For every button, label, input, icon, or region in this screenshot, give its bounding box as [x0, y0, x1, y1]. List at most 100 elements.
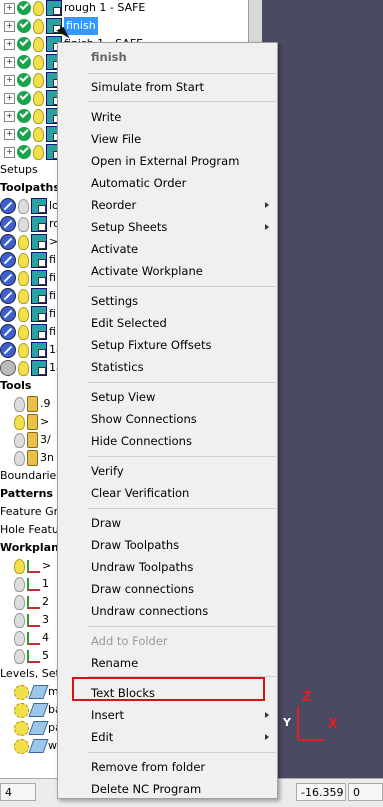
- bulb-icon[interactable]: [33, 18, 44, 34]
- tree-section-feature-groups[interactable]: Feature Gro: [0, 503, 65, 521]
- menu-item-undraw-connections[interactable]: Undraw connections: [58, 600, 277, 622]
- bulb-icon[interactable]: [18, 342, 29, 358]
- tree-row-rough1-safe[interactable]: + rough 1 - SAFE: [4, 0, 145, 17]
- menu-item-edit[interactable]: Edit: [58, 726, 277, 748]
- bulb-icon[interactable]: [18, 360, 29, 376]
- tree-row-nc[interactable]: +: [4, 89, 64, 107]
- tree-section-boundaries[interactable]: Boundaries: [0, 467, 62, 485]
- menu-item-draw-connections[interactable]: Draw connections: [58, 578, 277, 600]
- tree-row-finish[interactable]: + finish: [4, 17, 98, 35]
- menu-item-statistics[interactable]: Statistics: [58, 356, 277, 378]
- menu-item-activate[interactable]: Activate: [58, 238, 277, 260]
- bulb-icon[interactable]: [18, 324, 29, 340]
- workplane-row[interactable]: 1: [14, 575, 49, 593]
- toolpath-row[interactable]: lo: [0, 197, 59, 215]
- level-row[interactable]: ba: [14, 701, 62, 719]
- level-row[interactable]: pa: [14, 719, 62, 737]
- tree-row-nc[interactable]: +: [4, 125, 64, 143]
- menu-item-setup-sheets[interactable]: Setup Sheets: [58, 216, 277, 238]
- menu-item-remove-from-folder[interactable]: Remove from folder: [58, 756, 277, 778]
- menu-item-delete-nc[interactable]: Delete NC Program: [58, 778, 277, 800]
- level-bulb-icon[interactable]: [14, 720, 29, 736]
- bulb-icon[interactable]: [14, 396, 25, 412]
- tool-row[interactable]: .9: [14, 395, 51, 413]
- bulb-icon[interactable]: [33, 36, 44, 52]
- bulb-icon[interactable]: [18, 252, 29, 268]
- toolpath-row[interactable]: fi: [0, 251, 56, 269]
- menu-item-setup-view[interactable]: Setup View: [58, 386, 277, 408]
- workplane-row[interactable]: 5: [14, 647, 49, 665]
- menu-item-fixture-offsets[interactable]: Setup Fixture Offsets: [58, 334, 277, 356]
- bulb-icon[interactable]: [14, 630, 25, 646]
- toolpath-row[interactable]: 18: [0, 341, 63, 359]
- menu-item-verify[interactable]: Verify: [58, 460, 277, 482]
- menu-item-automatic-order[interactable]: Automatic Order: [58, 172, 277, 194]
- menu-item-view-file[interactable]: View File: [58, 128, 277, 150]
- tree-row-nc[interactable]: +: [4, 53, 64, 71]
- bulb-icon[interactable]: [18, 306, 29, 322]
- bulb-icon[interactable]: [14, 432, 25, 448]
- tree-section-tools[interactable]: Tools: [0, 377, 31, 395]
- tool-row[interactable]: >: [14, 413, 49, 431]
- level-bulb-icon[interactable]: [14, 738, 29, 754]
- tree-section-levels[interactable]: Levels, Sets: [0, 665, 66, 683]
- menu-item-draw[interactable]: Draw: [58, 512, 277, 534]
- expand-icon[interactable]: +: [4, 74, 15, 86]
- workplane-row[interactable]: 2: [14, 593, 49, 611]
- expand-icon[interactable]: +: [4, 2, 15, 14]
- level-row[interactable]: w: [14, 737, 57, 755]
- bulb-icon[interactable]: [33, 126, 44, 142]
- bulb-icon[interactable]: [18, 234, 29, 250]
- bulb-icon[interactable]: [18, 288, 29, 304]
- bulb-icon[interactable]: [18, 270, 29, 286]
- tree-section-hole-features[interactable]: Hole Featur: [0, 521, 63, 539]
- menu-item-activate-workplane[interactable]: Activate Workplane: [58, 260, 277, 282]
- toolpath-row[interactable]: fi: [0, 305, 56, 323]
- bulb-icon[interactable]: [33, 0, 44, 16]
- bulb-icon[interactable]: [33, 54, 44, 70]
- tree-section-patterns[interactable]: Patterns: [0, 485, 53, 503]
- tree-section-toolpaths[interactable]: Toolpaths: [0, 179, 60, 197]
- menu-item-open-external[interactable]: Open in External Program: [58, 150, 277, 172]
- workplane-row[interactable]: >: [14, 557, 51, 575]
- menu-item-simulate[interactable]: Simulate from Start: [58, 76, 277, 98]
- menu-item-settings[interactable]: Settings: [58, 290, 277, 312]
- expand-icon[interactable]: +: [4, 146, 15, 158]
- bulb-icon[interactable]: [18, 198, 29, 214]
- toolpath-row[interactable]: >: [0, 233, 58, 251]
- toolpath-row[interactable]: fi: [0, 323, 56, 341]
- bulb-icon[interactable]: [14, 576, 25, 592]
- tree-section-setups[interactable]: Setups: [0, 161, 38, 179]
- expand-icon[interactable]: +: [4, 20, 15, 32]
- level-bulb-icon[interactable]: [14, 702, 29, 718]
- tree-row-nc[interactable]: +: [4, 143, 64, 161]
- workplane-row[interactable]: 4: [14, 629, 49, 647]
- menu-item-hide-connections[interactable]: Hide Connections: [58, 430, 277, 452]
- bulb-icon[interactable]: [14, 414, 25, 430]
- menu-item-undraw-toolpaths[interactable]: Undraw Toolpaths: [58, 556, 277, 578]
- expand-icon[interactable]: +: [4, 128, 15, 140]
- bulb-icon[interactable]: [33, 90, 44, 106]
- menu-item-clear-verification[interactable]: Clear Verification: [58, 482, 277, 504]
- bulb-icon[interactable]: [14, 558, 25, 574]
- bulb-icon[interactable]: [33, 144, 44, 160]
- expand-icon[interactable]: +: [4, 92, 15, 104]
- bulb-icon[interactable]: [14, 648, 25, 664]
- toolpath-row[interactable]: ro: [0, 215, 60, 233]
- level-row[interactable]: m: [14, 683, 59, 701]
- bulb-icon[interactable]: [18, 216, 29, 232]
- graphics-viewport[interactable]: Z X Y: [262, 0, 383, 778]
- menu-item-rename[interactable]: Rename: [58, 652, 277, 674]
- toolpath-row[interactable]: fi: [0, 269, 56, 287]
- menu-item-draw-toolpaths[interactable]: Draw Toolpaths: [58, 534, 277, 556]
- menu-item-reorder[interactable]: Reorder: [58, 194, 277, 216]
- bulb-icon[interactable]: [14, 612, 25, 628]
- toolpath-row[interactable]: fi: [0, 287, 56, 305]
- menu-item-show-connections[interactable]: Show Connections: [58, 408, 277, 430]
- workplane-row[interactable]: 3: [14, 611, 49, 629]
- level-bulb-icon[interactable]: [14, 684, 29, 700]
- bulb-icon[interactable]: [14, 594, 25, 610]
- bulb-icon[interactable]: [14, 450, 25, 466]
- tree-row-nc[interactable]: +: [4, 71, 64, 89]
- bulb-icon[interactable]: [33, 108, 44, 124]
